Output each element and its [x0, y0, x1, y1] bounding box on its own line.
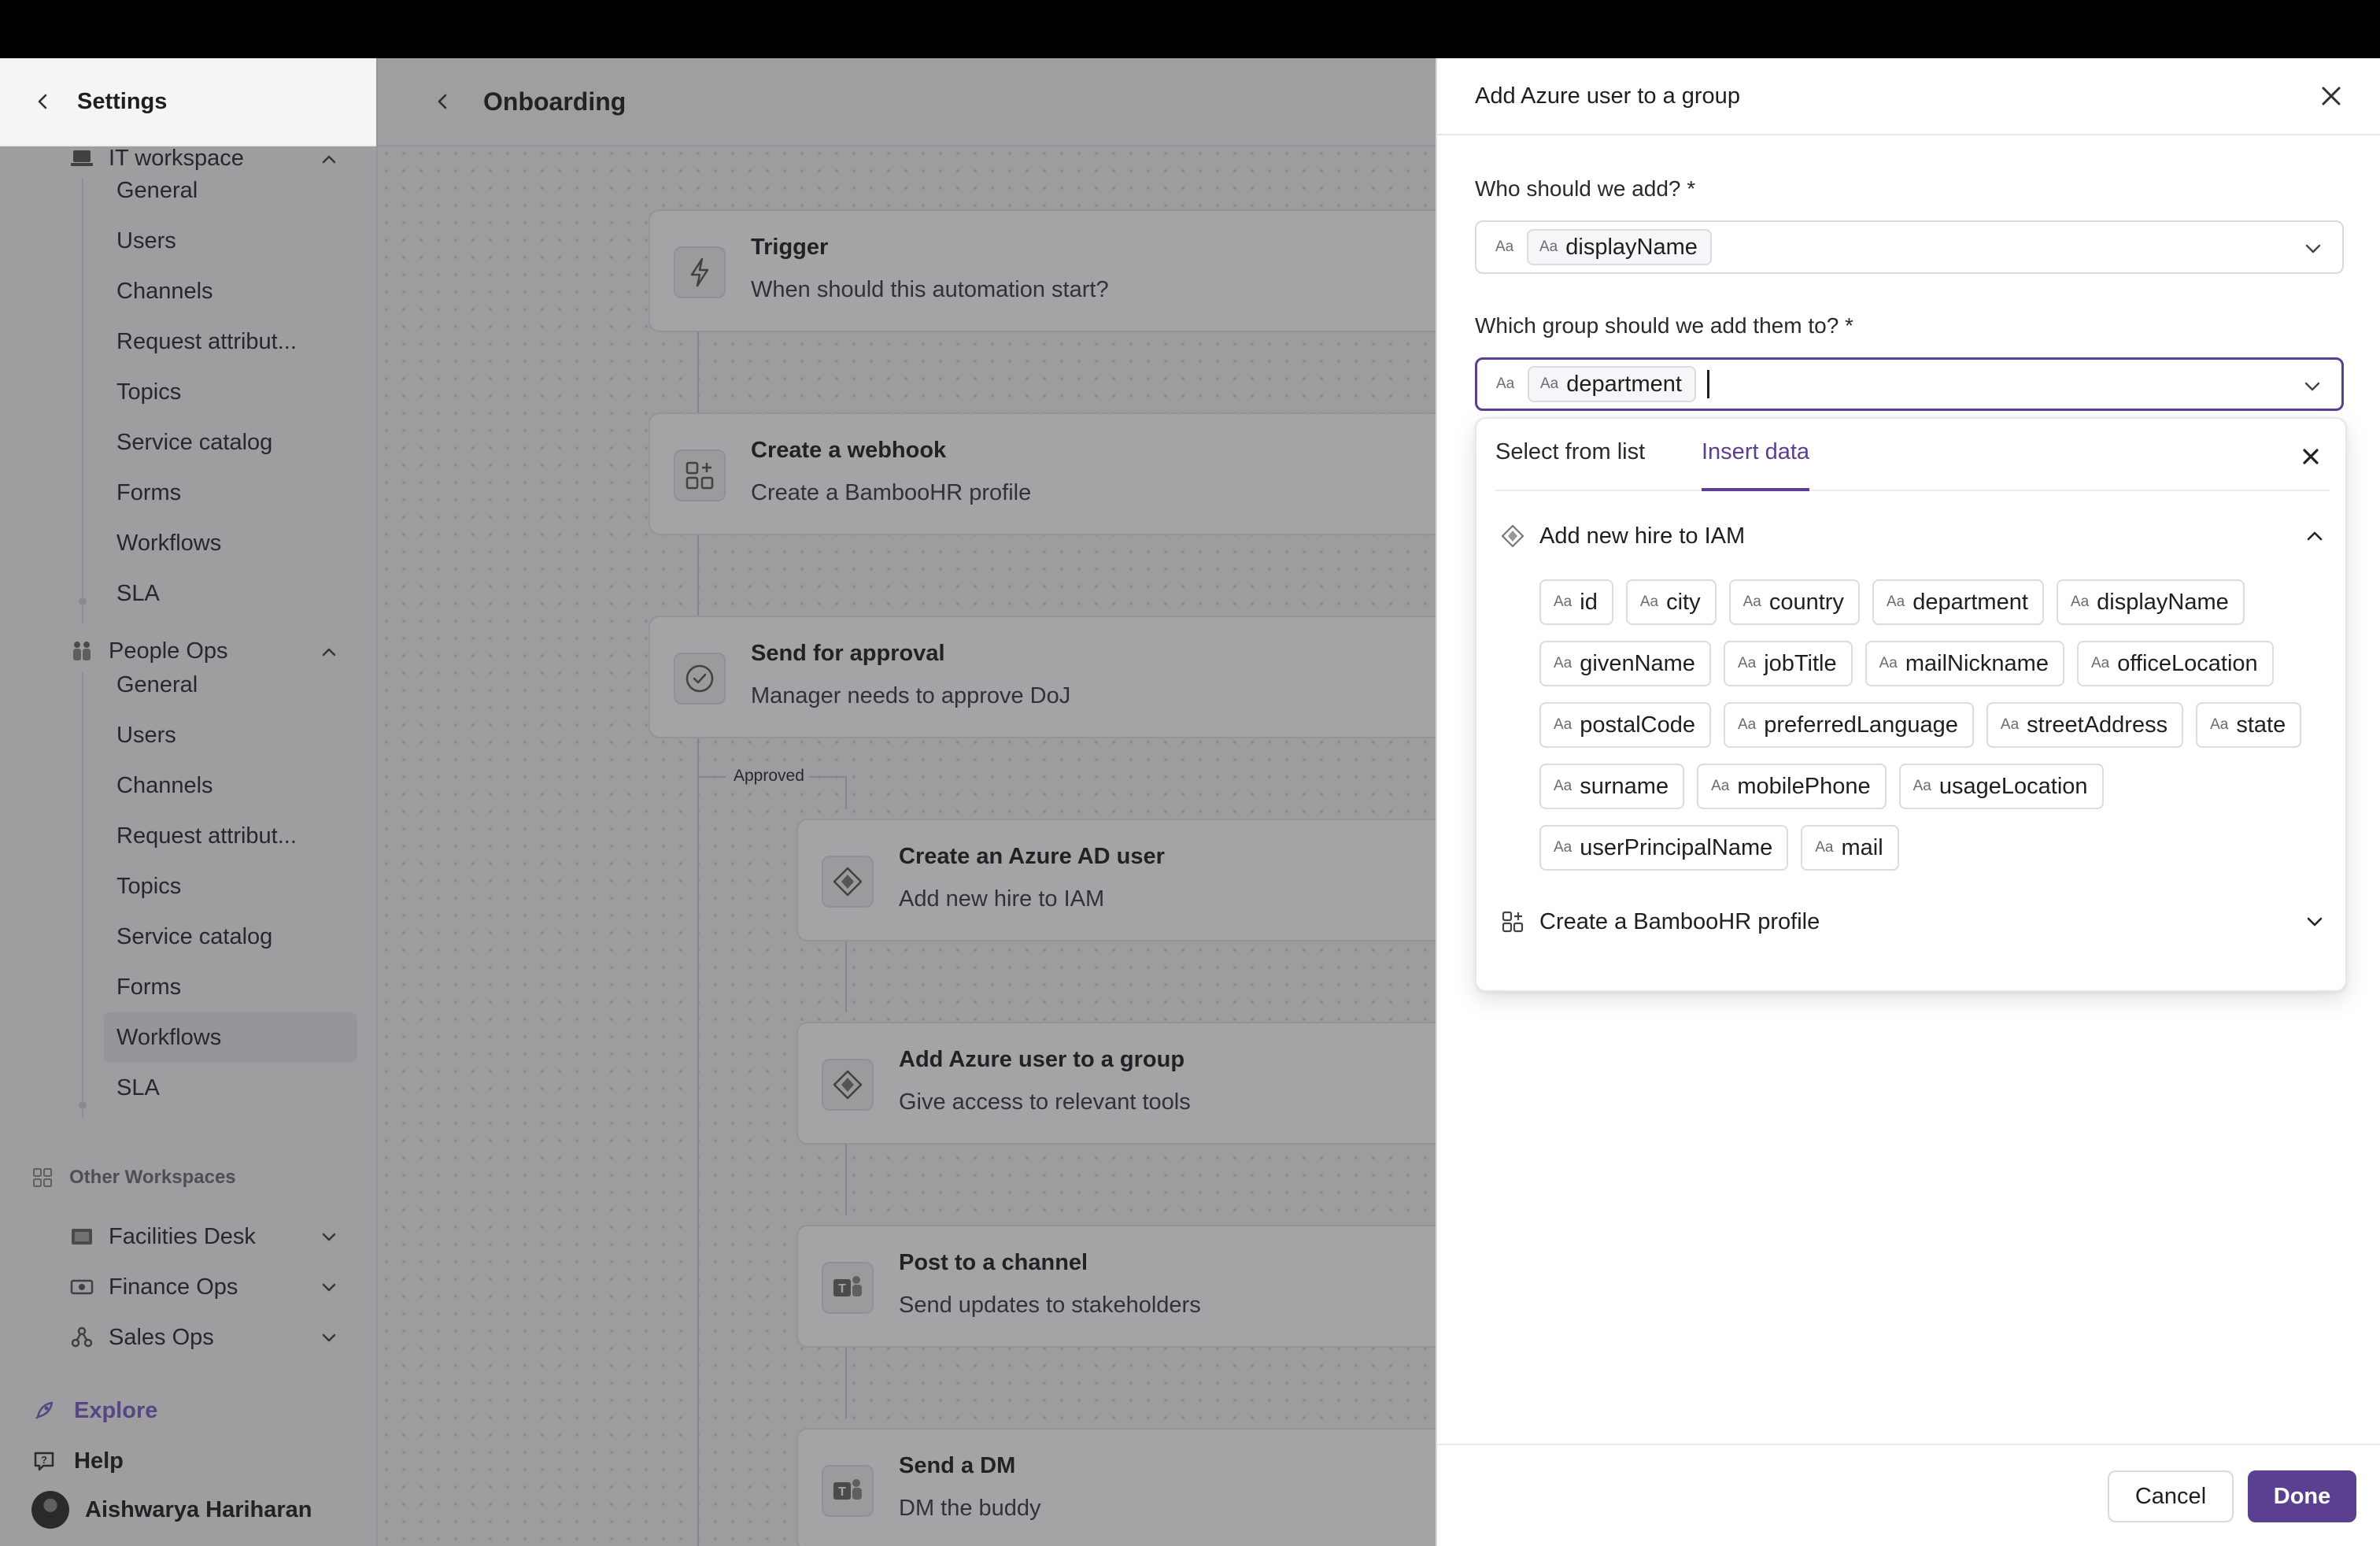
chip-label: displayName — [2097, 589, 2229, 615]
text-type-icon: Aa — [1540, 375, 1559, 392]
token-label: displayName — [1565, 234, 1698, 260]
who-select[interactable]: Aa Aa displayName — [1475, 220, 2344, 274]
text-type-icon: Aa — [1743, 594, 1761, 610]
token-label: department — [1566, 371, 1682, 397]
data-field-chip[interactable]: Aa mail — [1801, 825, 1899, 871]
data-group-bamboohr[interactable]: Create a BambooHR profile — [1500, 902, 2326, 941]
data-field-chip[interactable]: Aa streetAddress — [1986, 702, 2184, 748]
chip-label: id — [1580, 589, 1598, 615]
chip-label: mailNickname — [1905, 650, 2049, 676]
group-label: Add new hire to IAM — [1539, 523, 1746, 549]
chip-label: usageLocation — [1938, 773, 2088, 799]
chip-label: postalCode — [1580, 712, 1695, 738]
text-type-icon: Aa — [2000, 716, 2020, 733]
text-type-icon: Aa — [1554, 839, 1572, 856]
data-field-chip[interactable]: Aa displayName — [2056, 579, 2245, 625]
group-select[interactable]: Aa Aa department — [1475, 357, 2344, 411]
who-field-label: Who should we add? * — [1475, 176, 1696, 201]
close-icon[interactable] — [2317, 82, 2345, 110]
data-field-chip[interactable]: Aa postalCode — [1539, 702, 1711, 748]
text-type-icon: Aa — [2090, 655, 2110, 671]
text-type-icon: Aa — [2210, 716, 2229, 733]
data-field-chip[interactable]: Aa usageLocation — [1898, 764, 2104, 809]
chip-label: city — [1666, 589, 1701, 615]
data-field-chip[interactable]: Aa jobTitle — [1723, 641, 1853, 686]
chip-label: country — [1768, 589, 1844, 615]
data-field-chip[interactable]: Aa department — [1872, 579, 2044, 625]
chip-label: jobTitle — [1764, 650, 1837, 676]
chip-label: preferredLanguage — [1764, 712, 1958, 738]
chip-label: state — [2236, 712, 2286, 738]
text-type-icon: Aa — [2070, 594, 2090, 610]
text-type-icon: Aa — [1554, 594, 1572, 610]
chip-label: surname — [1580, 773, 1669, 799]
data-field-chip[interactable]: Aa city — [1625, 579, 1717, 625]
data-field-chip[interactable]: Aa givenName — [1539, 641, 1711, 686]
done-button[interactable]: Done — [2248, 1470, 2356, 1522]
cancel-button[interactable]: Cancel — [2108, 1470, 2234, 1522]
text-type-icon: Aa — [1495, 239, 1514, 255]
chevron-down-icon[interactable] — [2301, 237, 2325, 261]
text-type-icon: Aa — [1913, 778, 1931, 794]
data-field-chip[interactable]: Aa surname — [1539, 764, 1685, 809]
chip-label: mail — [1841, 834, 1883, 860]
data-field-chip[interactable]: Aa userPrincipalName — [1539, 825, 1789, 871]
chip-label: officeLocation — [2117, 650, 2258, 676]
data-token-chip[interactable]: Aa department — [1528, 366, 1696, 402]
text-type-icon: Aa — [1815, 839, 1834, 856]
popover-tabs: Select from list Insert data — [1495, 419, 2330, 491]
group-label: Create a BambooHR profile — [1539, 908, 1820, 934]
text-type-icon: Aa — [1554, 778, 1572, 794]
text-type-icon: Aa — [1639, 594, 1659, 610]
text-type-icon: Aa — [1711, 778, 1730, 794]
data-field-chips: Aa id Aa city Aa country Aa department Aa display… — [1539, 579, 2326, 871]
text-type-icon: Aa — [1496, 375, 1515, 392]
data-field-chip[interactable]: Aa mobilePhone — [1697, 764, 1887, 809]
chip-label: givenName — [1580, 650, 1695, 676]
data-field-chip[interactable]: Aa country — [1728, 579, 1860, 625]
data-group-add-new-hire[interactable]: Add new hire to IAM — [1500, 516, 2326, 556]
tab-select-from-list[interactable]: Select from list — [1495, 439, 1645, 491]
chevron-down-icon[interactable] — [2301, 375, 2324, 398]
text-type-icon: Aa — [1737, 716, 1757, 733]
sidebar-header: Settings — [0, 58, 376, 146]
data-field-chip[interactable]: Aa state — [2196, 702, 2302, 748]
modal-backdrop[interactable] — [0, 58, 1436, 1546]
text-type-icon: Aa — [1554, 716, 1572, 733]
chip-label: streetAddress — [2027, 712, 2168, 738]
sidebar-title: Settings — [77, 88, 168, 114]
chip-label: mobilePhone — [1737, 773, 1871, 799]
data-field-chip[interactable]: Aa mailNickname — [1864, 641, 2064, 686]
drawer-header: Add Azure user to a group — [1437, 58, 2380, 135]
text-type-icon: Aa — [1539, 239, 1558, 255]
back-chevron-icon[interactable] — [31, 90, 55, 113]
webhook-icon — [1500, 909, 1525, 934]
data-field-chip[interactable]: Aa preferredLanguage — [1723, 702, 1974, 748]
text-type-icon: Aa — [1879, 655, 1898, 671]
text-cursor — [1706, 370, 1709, 398]
chevron-up-icon[interactable] — [2303, 524, 2326, 548]
data-token-chip[interactable]: Aa displayName — [1527, 229, 1712, 265]
chip-label: userPrincipalName — [1580, 834, 1773, 860]
data-field-chip[interactable]: Aa id — [1539, 579, 1613, 625]
drawer-footer: Cancel Done — [1437, 1444, 2380, 1546]
step-config-drawer: Add Azure user to a group Who should we … — [1436, 58, 2380, 1546]
azure-icon — [1500, 523, 1525, 549]
tab-insert-data[interactable]: Insert data — [1702, 439, 1810, 491]
text-type-icon: Aa — [1737, 655, 1757, 671]
drawer-title: Add Azure user to a group — [1475, 83, 1740, 109]
text-type-icon: Aa — [1554, 655, 1572, 671]
top-black-bar — [0, 0, 2380, 58]
chevron-down-icon[interactable] — [2303, 910, 2326, 934]
insert-data-popover: Select from list Insert data Add new hir… — [1475, 417, 2347, 992]
chip-label: department — [1913, 589, 2028, 615]
data-field-chip[interactable]: Aa officeLocation — [2076, 641, 2274, 686]
group-field-label: Which group should we add them to? * — [1475, 313, 1853, 338]
close-icon[interactable] — [2300, 446, 2322, 468]
text-type-icon: Aa — [1886, 594, 1905, 610]
